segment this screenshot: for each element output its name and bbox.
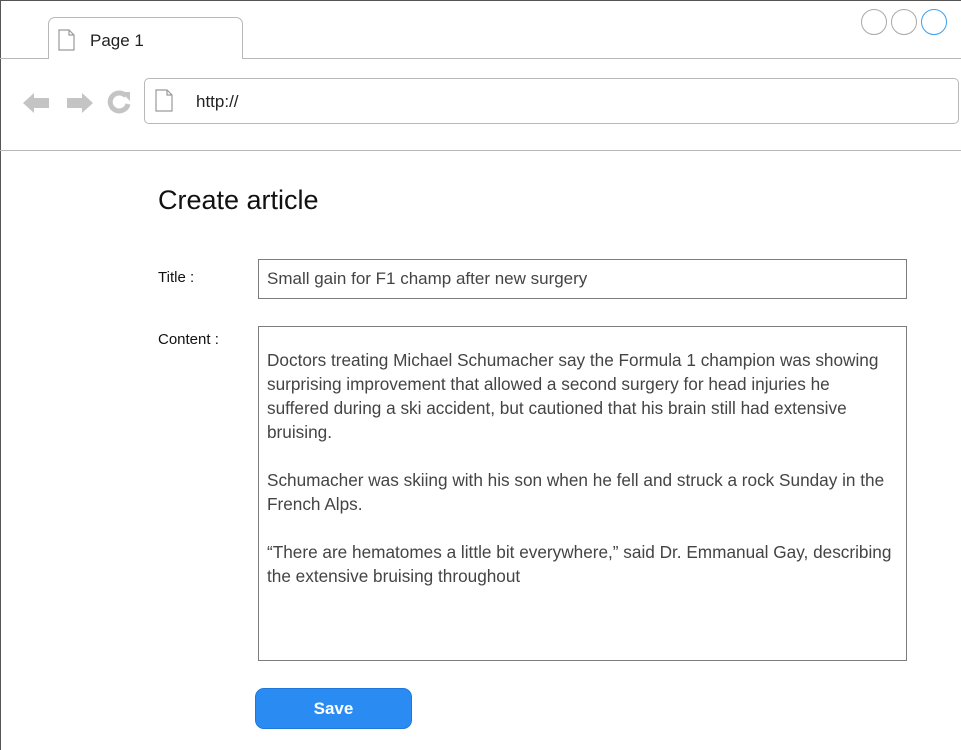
page-title: Create article: [158, 185, 319, 215]
content-paragraph: Doctors treating Michael Schumacher say …: [267, 350, 879, 442]
nav-bar-divider: [0, 150, 961, 151]
page-icon: [58, 29, 75, 51]
window-button[interactable]: [891, 9, 917, 35]
title-label: Title :: [158, 269, 195, 286]
address-bar-text: http://: [196, 92, 239, 111]
content-paragraph: Schumacher was skiing with his son when …: [267, 470, 885, 514]
page-icon: [155, 89, 173, 112]
content-textarea[interactable]: Doctors treating Michael Schumacher say …: [258, 326, 907, 661]
title-input[interactable]: [258, 259, 907, 299]
window-frame-top: [0, 0, 961, 1]
content-label: Content :: [158, 331, 219, 348]
window-controls: [861, 9, 961, 39]
browser-tab[interactable]: Page 1: [48, 17, 243, 59]
address-bar[interactable]: http://: [144, 78, 959, 124]
save-button[interactable]: Save: [255, 688, 412, 729]
window-button[interactable]: [861, 9, 887, 35]
back-arrow-icon[interactable]: [22, 92, 50, 114]
tab-title: Page 1: [90, 31, 144, 50]
window-button[interactable]: [921, 9, 947, 35]
content-paragraph: “There are hematomes a little bit everyw…: [267, 542, 892, 586]
forward-arrow-icon[interactable]: [66, 92, 94, 114]
window-frame-left: [0, 0, 1, 750]
reload-icon[interactable]: [107, 90, 131, 114]
